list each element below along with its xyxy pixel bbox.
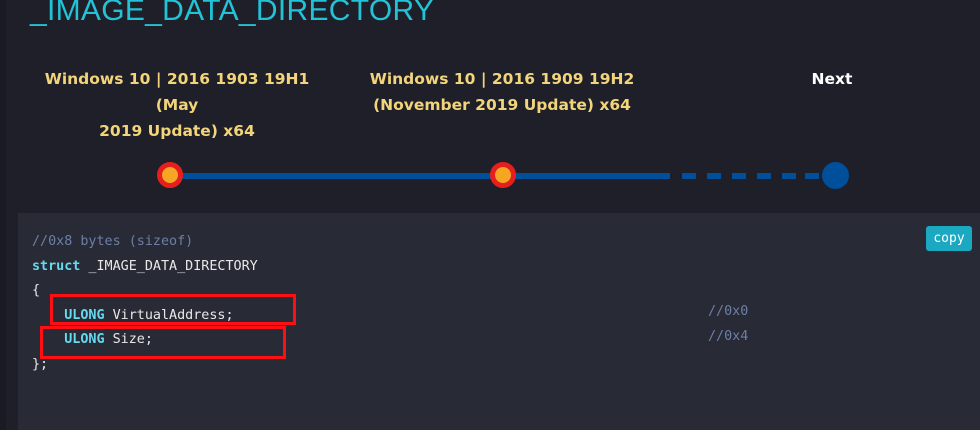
version-label-line2: 2019 Update) x64 (99, 122, 255, 140)
version-link-1903[interactable]: Windows 10 | 2016 1903 19H1 (May 2019 Up… (22, 66, 332, 144)
version-label-line2: (November 2019 Update) x64 (373, 96, 631, 114)
highlight-box-virtualaddress (50, 294, 296, 325)
next-version-link[interactable]: Next (800, 66, 864, 92)
timeline-dash (707, 173, 721, 179)
timeline-dash (805, 173, 819, 179)
timeline-dash (682, 173, 696, 179)
highlight-box-size (40, 326, 286, 359)
timeline-dash (782, 173, 796, 179)
field-offset-comment: //0x4 (708, 329, 749, 344)
version-timeline (0, 150, 980, 200)
timeline-dash (757, 173, 771, 179)
timeline-segment (505, 173, 670, 179)
struct-name: _IMAGE_DATA_DIRECTORY (80, 258, 258, 274)
size-comment: //0x8 bytes (sizeof) (32, 234, 194, 249)
field-offset-comment: //0x0 (708, 304, 749, 319)
page-title: _IMAGE_DATA_DIRECTORY (30, 0, 435, 27)
version-link-1909[interactable]: Windows 10 | 2016 1909 19H2 (November 20… (362, 66, 642, 118)
version-label-line1: Windows 10 | 2016 1909 19H2 (369, 70, 635, 88)
struct-keyword: struct (32, 258, 81, 274)
timeline-segment (175, 173, 505, 179)
timeline-dot-1909[interactable] (490, 162, 516, 188)
version-label-line1: Windows 10 | 2016 1903 19H1 (May (44, 70, 310, 114)
timeline-dash (732, 173, 746, 179)
timeline-dot-1903[interactable] (157, 162, 183, 188)
copy-button[interactable]: copy (926, 226, 972, 251)
open-brace: { (32, 283, 41, 298)
timeline-dot-next[interactable] (822, 162, 849, 189)
left-edge-strip (0, 0, 6, 430)
